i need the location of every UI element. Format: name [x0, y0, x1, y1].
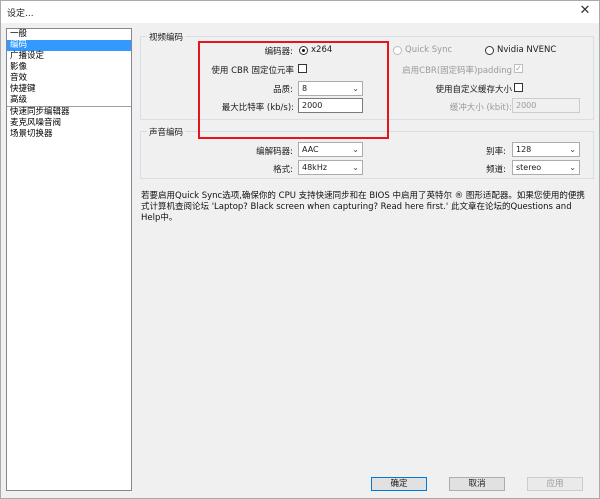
video-group-title: 视频编码 — [147, 31, 186, 43]
radio-x264-label[interactable]: x264 — [311, 45, 332, 55]
max-bitrate-input[interactable]: 2000 — [298, 98, 363, 113]
codec-label: 编解码器: — [256, 147, 293, 157]
radio-x264[interactable] — [299, 46, 308, 55]
cbr-padding-label: 启用CBR(固定码率)padding — [402, 66, 512, 76]
cbr-checkbox[interactable] — [298, 64, 307, 73]
chevron-down-icon: ⌄ — [352, 84, 359, 93]
radio-quick-sync — [393, 46, 402, 55]
channel-label: 频道: — [486, 165, 506, 175]
quality-label: 品质: — [273, 85, 293, 95]
settings-category-list[interactable]: 一般 编码 广播设定 影像 音效 快捷键 高级 快速同步编辑器 麦克风噪音阀 场… — [6, 28, 132, 491]
audio-bitrate-value: 128 — [516, 145, 532, 154]
channel-select[interactable]: stereo ⌄ — [512, 160, 580, 175]
chevron-down-icon: ⌄ — [352, 145, 359, 154]
quality-value: 8 — [302, 84, 308, 93]
buffer-size-input: 2000 — [512, 98, 580, 113]
chevron-down-icon: ⌄ — [569, 163, 576, 172]
sidebar-item-advanced[interactable]: 高级 — [7, 95, 131, 106]
sidebar-item-video[interactable]: 影像 — [7, 62, 131, 73]
radio-nvidia-nvenc-label[interactable]: Nvidia NVENC — [497, 45, 556, 55]
apply-button: 应用 — [527, 477, 583, 491]
codec-select[interactable]: AAC ⌄ — [298, 142, 363, 157]
buffer-size-label: 缓冲大小 (kbit): — [449, 103, 512, 113]
codec-value: AAC — [302, 145, 319, 154]
audio-bitrate-label: 别率: — [486, 147, 506, 157]
format-select[interactable]: 48kHz ⌄ — [298, 160, 363, 175]
channel-value: stereo — [516, 163, 542, 172]
sidebar-item-quicksync-editor[interactable]: 快速同步编辑器 — [7, 107, 131, 118]
chevron-down-icon: ⌄ — [352, 163, 359, 172]
title-bar: 设定... ✕ — [1, 1, 599, 23]
sidebar-item-scene-switcher[interactable]: 场景切换器 — [7, 129, 131, 140]
sidebar-item-broadcast[interactable]: 广播设定 — [7, 51, 131, 62]
close-icon[interactable]: ✕ — [571, 1, 599, 23]
ok-button[interactable]: 确定 — [371, 477, 427, 491]
format-label: 格式: — [273, 165, 293, 175]
radio-quick-sync-label: Quick Sync — [405, 45, 453, 55]
sidebar-item-encoding[interactable]: 编码 — [7, 40, 131, 51]
custom-buffer-checkbox[interactable] — [514, 83, 523, 92]
help-text: 若要启用Quick Sync选项,确保你的 CPU 支持快速同步和在 BIOS … — [141, 191, 585, 223]
sidebar-item-audio[interactable]: 音效 — [7, 73, 131, 84]
window-title: 设定... — [7, 9, 34, 19]
settings-window: 设定... ✕ 一般 编码 广播设定 影像 音效 快捷键 高级 快速同步编辑器 … — [0, 0, 600, 499]
audio-bitrate-select[interactable]: 128 ⌄ — [512, 142, 580, 157]
sidebar-item-hotkeys[interactable]: 快捷键 — [7, 84, 131, 95]
chevron-down-icon: ⌄ — [569, 145, 576, 154]
sidebar-item-general[interactable]: 一般 — [7, 29, 131, 40]
sidebar-item-mic-noise-gate[interactable]: 麦克风噪音阀 — [7, 118, 131, 129]
max-bitrate-label: 最大比特率 (kb/s): — [221, 103, 294, 113]
cbr-padding-checkbox: ✓ — [514, 64, 523, 73]
radio-nvidia-nvenc[interactable] — [485, 46, 494, 55]
encoder-label: 编码器: — [264, 47, 293, 57]
cbr-label: 使用 CBR 固定位元率 — [211, 66, 294, 76]
audio-group-title: 声音编码 — [147, 126, 186, 138]
format-value: 48kHz — [302, 163, 328, 172]
cancel-button[interactable]: 取消 — [449, 477, 505, 491]
custom-buffer-label: 使用自定义缓存大小 — [435, 85, 512, 95]
quality-select[interactable]: 8 ⌄ — [298, 81, 363, 96]
